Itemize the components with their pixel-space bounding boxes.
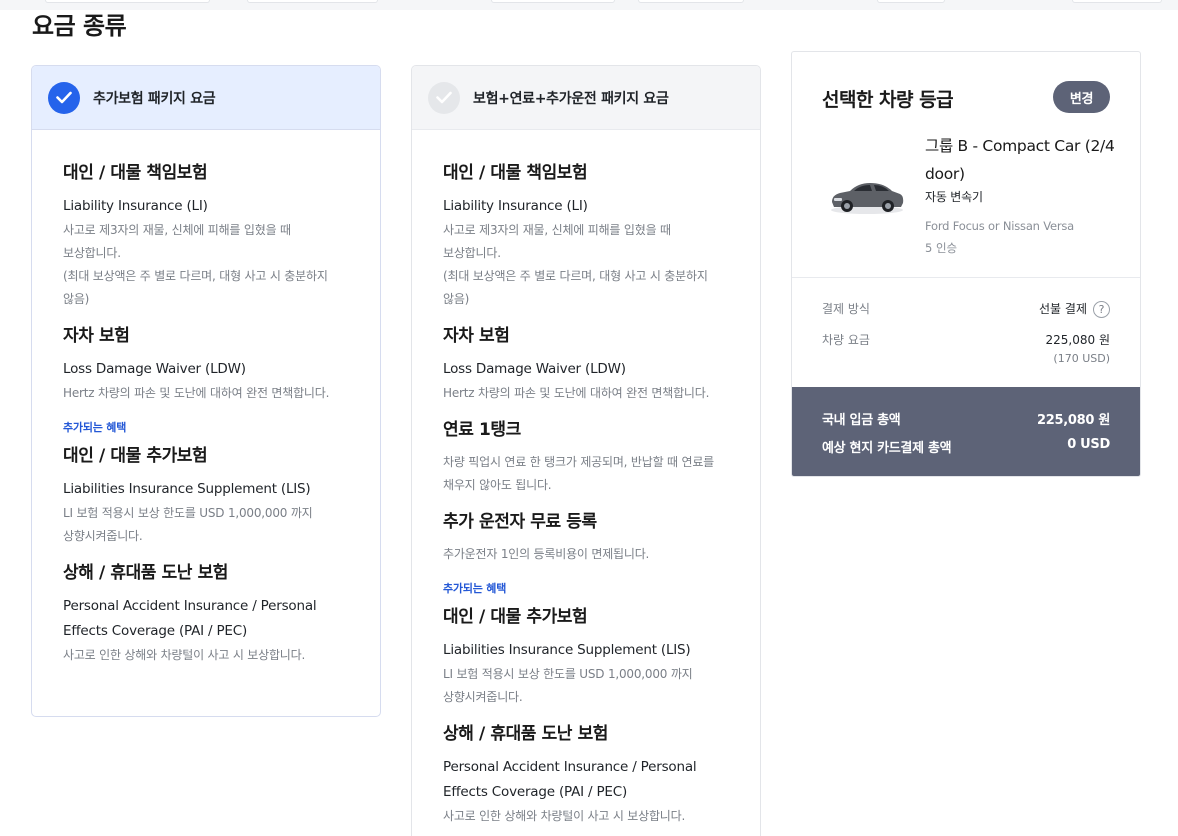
coverage-item: 자차 보험 Loss Damage Waiver (LDW) Hertz 차량의… [63, 325, 350, 405]
coverage-english-name: Liabilities Insurance Supplement (LIS) [63, 481, 311, 497]
coverage-description: 사고로 인한 상해와 차량털이 사고 시 보상합니다. [443, 809, 686, 823]
selected-car-summary: 선택한 차량 등급 변경 그룹 B - Compact Car (2/4 doo… [791, 51, 1141, 477]
coverage-description: 사고로 제3자의 재물, 신체에 피해를 입혔을 때 [443, 223, 671, 237]
coverage-title: 자차 보험 [63, 326, 130, 346]
coverage-title: 대인 / 대물 추가보험 [443, 607, 588, 627]
coverage-item: 자차 보험 Loss Damage Waiver (LDW) Hertz 차량의… [443, 325, 730, 405]
benefit-item: 상해 / 휴대품 도난 보험 Personal Accident Insuran… [443, 723, 730, 828]
plan-header[interactable]: 추가보험 패키지 요금 [32, 66, 380, 130]
coverage-description: Hertz 차량의 파손 및 도난에 대하여 완전 면책합니다. [63, 386, 330, 400]
page-title: 요금 종류 [32, 12, 127, 40]
car-price-usd: (170 USD) [1053, 352, 1110, 365]
plan-body: 대인 / 대물 책임보험 Liability Insurance (LI) 사고… [32, 130, 380, 667]
plan-card-insurance-package[interactable]: 추가보험 패키지 요금 대인 / 대물 책임보험 Liability Insur… [31, 65, 381, 717]
coverage-description: 추가운전자 1인의 등록비용이 면제됩니다. [443, 547, 650, 561]
filter-tab-edge[interactable] [877, 0, 945, 3]
plan-name: 추가보험 패키지 요금 [93, 90, 216, 107]
coverage-description: 보상합니다. [63, 246, 121, 260]
coverage-title: 자차 보험 [443, 326, 510, 346]
coverage-description: 사고로 인한 상해와 차량털이 사고 시 보상합니다. [63, 648, 306, 662]
local-total-value: 0 USD [1067, 437, 1110, 452]
coverage-description: 사고로 제3자의 재물, 신체에 피해를 입혔을 때 [63, 223, 291, 237]
top-filter-strip [0, 0, 1178, 10]
coverage-title: 대인 / 대물 책임보험 [63, 163, 208, 183]
local-total-label: 예상 현지 카드결제 총액 [822, 441, 952, 456]
coverage-description: 보상합니다. [443, 246, 501, 260]
car-class-line: 그룹 B - Compact Car (2/4 [925, 137, 1115, 155]
coverage-title: 대인 / 대물 추가보험 [63, 446, 208, 466]
coverage-title: 대인 / 대물 책임보험 [443, 163, 588, 183]
coverage-english-name: Loss Damage Waiver (LDW) [63, 361, 246, 377]
car-class: 그룹 B - Compact Car (2/4 door) [925, 132, 1115, 188]
filter-tab-edge[interactable] [45, 0, 210, 3]
car-seats: 5 인승 [925, 241, 958, 255]
coverage-english-name: Liabilities Insurance Supplement (LIS) [443, 642, 691, 658]
benefit-item: 상해 / 휴대품 도난 보험 Personal Accident Insuran… [63, 562, 350, 667]
coverage-description: 상향시켜줍니다. [63, 529, 143, 543]
car-price-value: 225,080 원 [1045, 333, 1110, 347]
coverage-english-name: Liability Insurance (LI) [443, 198, 588, 214]
car-model: Ford Focus or Nissan Versa [925, 219, 1075, 233]
domestic-total-label: 국내 입금 총액 [822, 413, 901, 428]
coverage-title: 상해 / 휴대품 도난 보험 [63, 563, 229, 583]
coverage-description: (최대 보상액은 주 별로 다르며, 대형 사고 시 충분하지 [63, 269, 328, 283]
benefit-item: 대인 / 대물 추가보험 Liabilities Insurance Suppl… [63, 445, 350, 548]
coverage-description: 않음) [63, 292, 90, 306]
filter-tab-edge[interactable] [638, 0, 744, 3]
help-icon[interactable]: ? [1093, 301, 1110, 318]
coverage-item: 대인 / 대물 책임보험 Liability Insurance (LI) 사고… [63, 162, 350, 311]
coverage-english-name: Liability Insurance (LI) [63, 198, 208, 214]
plan-body: 대인 / 대물 책임보험 Liability Insurance (LI) 사고… [412, 130, 760, 828]
car-class-line: door) [925, 165, 965, 183]
coverage-description: 상향시켜줍니다. [443, 690, 523, 704]
totals-panel: 국내 입금 총액 225,080 원 예상 현지 카드결제 총액 0 USD [792, 387, 1140, 476]
car-image [831, 183, 904, 214]
coverage-title: 추가 운전자 무료 등록 [443, 512, 597, 532]
coverage-title: 연료 1탱크 [443, 420, 521, 440]
added-benefits-label: 추가되는 혜택 [63, 421, 127, 434]
coverage-item: 대인 / 대물 책임보험 Liability Insurance (LI) 사고… [443, 162, 730, 311]
domestic-total-value: 225,080 원 [1037, 413, 1110, 428]
summary-header: 선택한 차량 등급 변경 그룹 B - Compact Car (2/4 doo… [792, 52, 1140, 278]
coverage-item: 추가 운전자 무료 등록 추가운전자 1인의 등록비용이 면제됩니다. [443, 511, 730, 566]
coverage-description: 않음) [443, 292, 470, 306]
checkmark-icon[interactable] [428, 81, 460, 114]
coverage-english-name: Personal Accident Insurance / Personal [63, 598, 317, 614]
coverage-description: LI 보험 적용시 보상 한도를 USD 1,000,000 까지 [63, 506, 313, 520]
coverage-description: 채우지 않아도 됩니다. [443, 478, 552, 492]
filter-tab-edge[interactable] [247, 0, 378, 3]
coverage-item: 연료 1탱크 차량 픽업시 연료 한 탱크가 제공되며, 반납할 때 연료를 채… [443, 419, 730, 497]
plan-name: 보험+연료+추가운전 패키지 요금 [473, 90, 669, 107]
coverage-english-name: Personal Accident Insurance / Personal [443, 759, 697, 775]
coverage-description: 차량 픽업시 연료 한 탱크가 제공되며, 반납할 때 연료를 [443, 455, 715, 469]
coverage-description: Hertz 차량의 파손 및 도난에 대하여 완전 면책합니다. [443, 386, 710, 400]
plan-card-full-package[interactable]: 보험+연료+추가운전 패키지 요금 대인 / 대물 책임보험 Liability… [411, 65, 761, 836]
car-price-label: 차량 요금 [822, 333, 870, 347]
benefit-item: 대인 / 대물 추가보험 Liabilities Insurance Suppl… [443, 606, 730, 709]
change-button[interactable]: 변경 [1053, 81, 1110, 113]
coverage-english-name: Effects Coverage (PAI / PEC) [63, 623, 248, 639]
coverage-english-name: Loss Damage Waiver (LDW) [443, 361, 626, 377]
coverage-description: (최대 보상액은 주 별로 다르며, 대형 사고 시 충분하지 [443, 269, 708, 283]
summary-title: 선택한 차량 등급 [822, 89, 954, 111]
coverage-english-name: Effects Coverage (PAI / PEC) [443, 784, 628, 800]
payment-method-value-wrap: 선불 결제? [1039, 300, 1110, 318]
coverage-description: LI 보험 적용시 보상 한도를 USD 1,000,000 까지 [443, 667, 693, 681]
car-transmission: 자동 변속기 [925, 190, 983, 204]
added-benefits-label: 추가되는 혜택 [443, 582, 507, 595]
filter-tab-edge[interactable] [491, 0, 615, 3]
filter-tab-edge[interactable] [1072, 0, 1162, 3]
payment-method-label: 결제 방식 [822, 302, 870, 316]
payment-method-value: 선불 결제 [1039, 302, 1087, 316]
checkmark-icon[interactable] [48, 81, 80, 114]
plan-header[interactable]: 보험+연료+추가운전 패키지 요금 [412, 66, 760, 130]
coverage-title: 상해 / 휴대품 도난 보험 [443, 724, 609, 744]
